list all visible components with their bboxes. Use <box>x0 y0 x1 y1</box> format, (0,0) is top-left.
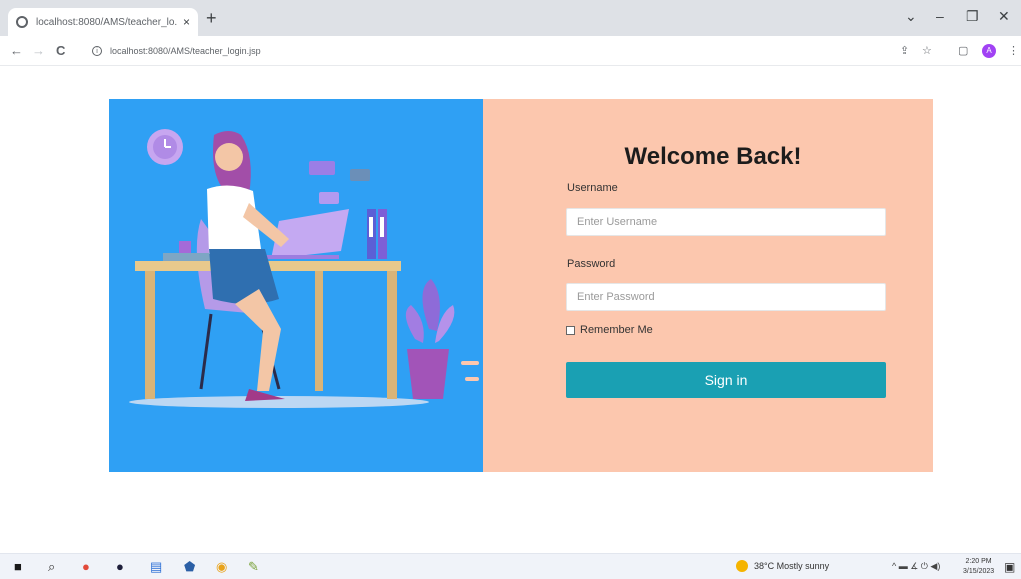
forward-button[interactable]: → <box>32 43 45 58</box>
file-explorer-icon[interactable]: ▤ <box>150 559 162 575</box>
app-icon-1[interactable]: ● <box>82 559 90 574</box>
app-icon-2[interactable]: ● <box>116 559 124 574</box>
weather-text: 38°C Mostly sunny <box>754 561 830 571</box>
bookmark-star-icon[interactable]: ☆ <box>922 44 932 57</box>
browser-toolbar: ← → C i localhost:8080/AMS/teacher_login… <box>0 36 1021 66</box>
page-title: Welcome Back! <box>624 143 802 170</box>
globe-icon <box>16 16 28 28</box>
browser-tab-strip: localhost:8080/AMS/teacher_lo... × + ⌄ –… <box>0 0 1021 36</box>
app-icon-3[interactable]: ✎ <box>248 559 259 575</box>
username-label: Username <box>567 182 618 194</box>
system-tray-icons[interactable]: ^ ▬ ∡ ⏻ ◀) <box>892 561 940 572</box>
tab-close-icon[interactable]: × <box>183 15 190 29</box>
tab-search-icon[interactable]: ⌄ <box>905 8 917 25</box>
new-tab-button[interactable]: + <box>206 9 217 27</box>
illustration-panel <box>109 99 517 472</box>
clock-date: 3/15/2023 <box>963 568 995 575</box>
password-input[interactable] <box>566 283 886 311</box>
back-button[interactable]: ← <box>10 43 23 58</box>
weather-widget[interactable]: 38°C Mostly sunny <box>736 560 829 572</box>
sign-in-button[interactable]: Sign in <box>566 362 886 398</box>
maximize-button[interactable]: ❐ <box>966 8 979 25</box>
url-text: localhost:8080/AMS/teacher_login.jsp <box>110 46 261 56</box>
windows-taskbar: ■ ⌕ ● ● ▤ ⬟ ◉ ✎ 38°C Mostly sunny ^ ▬ ∡ … <box>0 553 1021 579</box>
password-label: Password <box>567 258 616 270</box>
teacher-desk-illustration <box>129 129 517 408</box>
site-info-icon[interactable]: i <box>92 46 102 56</box>
menu-icon[interactable]: ⋮ <box>1008 44 1019 57</box>
remember-me-checkbox[interactable]: Remember Me <box>566 324 653 336</box>
address-bar[interactable]: i localhost:8080/AMS/teacher_login.jsp <box>92 42 882 60</box>
reload-button[interactable]: C <box>56 43 65 58</box>
clock-time: 2:20 PM <box>965 558 992 565</box>
start-icon[interactable]: ■ <box>14 559 22 574</box>
browser-tab[interactable]: localhost:8080/AMS/teacher_lo... × <box>8 8 198 36</box>
share-icon[interactable]: ⇪ <box>900 44 909 57</box>
remember-me-label: Remember Me <box>580 324 653 336</box>
shield-icon[interactable]: ⬟ <box>184 559 195 575</box>
notification-icon[interactable]: ▣ <box>1004 560 1015 574</box>
username-input[interactable] <box>566 208 886 236</box>
side-panel-icon[interactable]: ▢ <box>958 44 968 57</box>
minimize-button[interactable]: – <box>936 8 944 24</box>
close-window-button[interactable]: ✕ <box>998 8 1010 25</box>
chrome-icon[interactable]: ◉ <box>216 559 227 575</box>
search-icon[interactable]: ⌕ <box>48 559 55 575</box>
sun-icon <box>736 560 748 572</box>
checkbox-icon[interactable] <box>566 325 575 335</box>
profile-avatar[interactable]: A <box>982 44 996 58</box>
tab-title: localhost:8080/AMS/teacher_lo... <box>36 16 177 28</box>
clock[interactable]: 2:20 PM 3/15/2023 <box>963 557 994 577</box>
